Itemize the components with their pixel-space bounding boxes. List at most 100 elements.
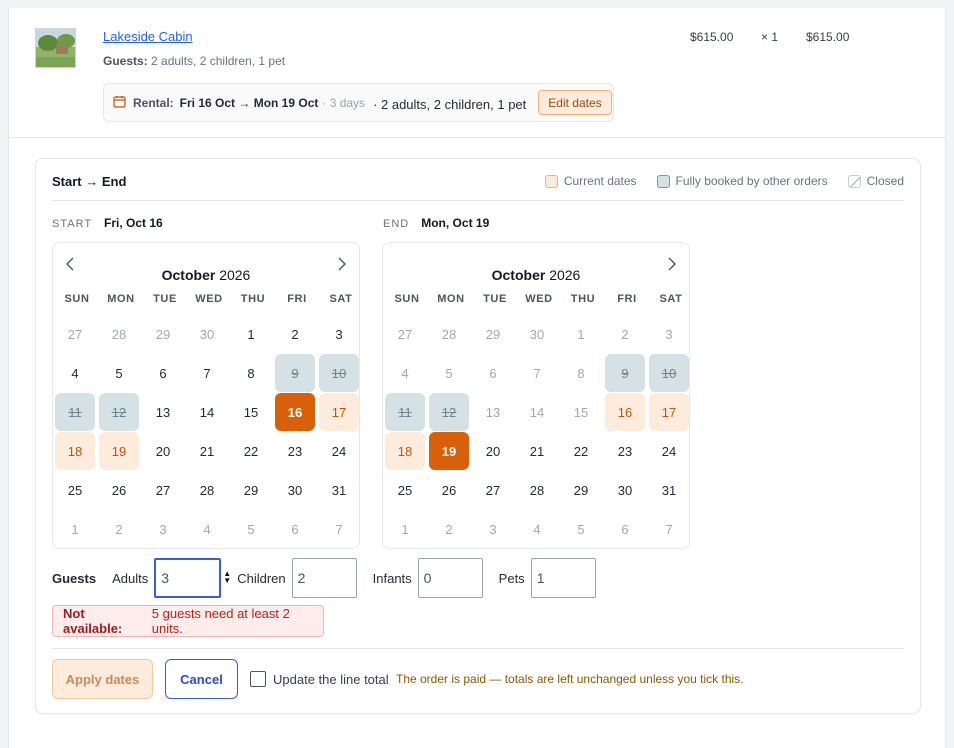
calendar-day: 14 [529, 404, 545, 420]
product-thumbnail [35, 28, 76, 68]
adults-field: ▲▼ [154, 558, 237, 598]
update-total-option[interactable]: Update the line total [250, 671, 389, 687]
calendar-day[interactable]: 22 [561, 432, 601, 470]
calendar-day[interactable]: 31 [649, 471, 689, 509]
weekday-label: FRI [617, 293, 637, 305]
calendar-day[interactable]: 28 [517, 471, 557, 509]
month-title: October 2026 [53, 267, 359, 283]
cancel-button[interactable]: Cancel [165, 659, 238, 699]
weekday-label: SAT [659, 293, 683, 305]
calendar-day: 3 [665, 326, 673, 342]
weekday-label: SUN [394, 293, 420, 305]
calendar-day: 7 [335, 521, 343, 537]
calendar-day: 9 [275, 354, 315, 392]
end-date-header: END Mon, Oct 19 [383, 216, 489, 230]
calendar-day[interactable]: 30 [605, 471, 645, 509]
end-label: END [383, 218, 410, 230]
calendar-day[interactable]: 7 [187, 354, 227, 392]
adults-input[interactable] [154, 558, 222, 598]
infants-input[interactable] [417, 558, 483, 598]
calendar-day: 10 [319, 354, 359, 392]
start-calendar: October 2026 SUN MON TUE WED THU FRI SAT 27 28 29 3… [52, 242, 360, 549]
calendar-day: 28 [441, 326, 457, 342]
calendar-day[interactable]: 17 [319, 393, 359, 431]
calendar-day[interactable]: 14 [187, 393, 227, 431]
calendar-day: 2 [621, 326, 629, 342]
footer-divider [52, 648, 904, 649]
calendar-day[interactable]: 19 [99, 432, 139, 470]
line-total: $615.00 [806, 30, 850, 44]
calendar-day: 4 [533, 521, 541, 537]
product-link[interactable]: Lakeside Cabin [103, 29, 193, 44]
calendar-day[interactable]: 21 [187, 432, 227, 470]
calendar-day[interactable]: 31 [319, 471, 359, 509]
calendar-day[interactable]: 23 [605, 432, 645, 470]
calendar-day: 30 [199, 326, 215, 342]
calendar-day[interactable]: 27 [143, 471, 183, 509]
calendar-day[interactable]: 25 [55, 471, 95, 509]
apply-dates-button[interactable]: Apply dates [52, 659, 153, 699]
calendar-day[interactable]: 19 [429, 432, 469, 470]
calendar-day[interactable]: 5 [99, 354, 139, 392]
calendar-day: 29 [485, 326, 501, 342]
calendar-day[interactable]: 16 [605, 393, 645, 431]
calendar-day: 9 [605, 354, 645, 392]
calendar-day[interactable]: 24 [649, 432, 689, 470]
calendar-icon [113, 95, 126, 111]
pets-label: Pets [498, 570, 525, 586]
calendar-day: 28 [111, 326, 127, 342]
weekday-label: THU [570, 293, 596, 305]
start-label: START [52, 218, 93, 230]
calendar-day[interactable]: 18 [55, 432, 95, 470]
calendar-day[interactable]: 27 [473, 471, 513, 509]
calendar-day[interactable]: 16 [275, 393, 315, 431]
pets-input[interactable] [530, 558, 596, 598]
calendar-day[interactable]: 26 [429, 471, 469, 509]
calendar-day[interactable]: 8 [231, 354, 271, 392]
weekday-label: THU [240, 293, 266, 305]
stepper-arrows-icon[interactable]: ▲ ▼ [223, 570, 231, 585]
calendar-day[interactable]: 21 [517, 432, 557, 470]
calendar-day[interactable]: 23 [275, 432, 315, 470]
calendar-day[interactable]: 18 [385, 432, 425, 470]
calendar-day: 3 [159, 521, 167, 537]
calendar-day[interactable]: 30 [275, 471, 315, 509]
calendar-day[interactable]: 28 [187, 471, 227, 509]
calendar-day: 6 [291, 521, 299, 537]
month-name: October [491, 267, 546, 283]
weekday-header: SUN MON TUE WED THU FRI SAT [385, 293, 693, 305]
calendar-day[interactable]: 29 [231, 471, 271, 509]
children-input[interactable] [291, 558, 357, 598]
month-year: 2026 [219, 267, 251, 283]
calendar-day[interactable]: 24 [319, 432, 359, 470]
children-label: Children [237, 570, 286, 586]
calendar-day[interactable]: 22 [231, 432, 271, 470]
guests-row: Guests Adults ▲▼ Children Infants Pets [52, 557, 612, 599]
weekday-label: TUE [153, 293, 177, 305]
calendar-day[interactable]: 4 [55, 354, 95, 392]
calendar-day[interactable]: 26 [99, 471, 139, 509]
calendar-day[interactable]: 2 [275, 315, 315, 353]
calendar-day[interactable]: 25 [385, 471, 425, 509]
calendar-day: 6 [621, 521, 629, 537]
calendar-day[interactable]: 15 [231, 393, 271, 431]
calendar-day[interactable]: 20 [473, 432, 513, 470]
calendar-day[interactable]: 20 [143, 432, 183, 470]
calendar-day[interactable]: 13 [143, 393, 183, 431]
calendar-day: 6 [489, 365, 497, 381]
calendar-day[interactable]: 1 [231, 315, 271, 353]
infants-label: Infants [372, 570, 412, 586]
calendar-day: 11 [385, 393, 425, 431]
calendar-day[interactable]: 17 [649, 393, 689, 431]
guests-summary-label: Guests: [103, 54, 148, 68]
calendar-day: 5 [445, 365, 453, 381]
calendar-day[interactable]: 6 [143, 354, 183, 392]
month-year: 2026 [549, 267, 581, 283]
edit-dates-button[interactable]: Edit dates [538, 90, 612, 115]
header-divider [52, 200, 904, 201]
calendar-day[interactable]: 3 [319, 315, 359, 353]
calendar-day: 15 [573, 404, 589, 420]
calendar-day: 10 [649, 354, 689, 392]
update-total-checkbox[interactable] [250, 671, 266, 687]
calendar-day[interactable]: 29 [561, 471, 601, 509]
